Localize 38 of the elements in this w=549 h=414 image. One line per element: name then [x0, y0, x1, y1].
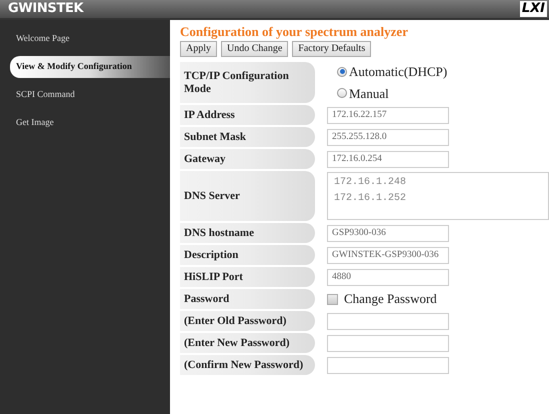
- lxi-logo: LXI: [520, 1, 547, 17]
- nav-item[interactable]: Welcome Page: [10, 28, 170, 50]
- field-label: (Enter Old Password): [180, 311, 315, 331]
- text-field[interactable]: 172.16.22.157: [327, 106, 449, 124]
- field-label: Subnet Mask: [180, 127, 315, 147]
- field-label: Password: [180, 289, 315, 309]
- field-label: HiSLIP Port: [180, 267, 315, 287]
- field-label: (Confirm New Password): [180, 355, 315, 375]
- nav-item[interactable]: Get Image: [10, 112, 170, 134]
- field-label: DNS Server: [180, 171, 315, 221]
- checkbox-label: Change Password: [344, 290, 437, 308]
- logo: GWINSTEK: [8, 0, 84, 18]
- text-field[interactable]: 172.16.0.254: [327, 150, 449, 168]
- nav-item[interactable]: View & Modify Configuration: [10, 56, 170, 78]
- radio-button[interactable]: [337, 66, 347, 77]
- toolbar-button[interactable]: Apply: [180, 41, 217, 57]
- toolbar-button[interactable]: Undo Change: [221, 41, 288, 57]
- field-label: TCP/IP Configuration Mode: [180, 62, 315, 103]
- radio-label: Automatic(DHCP): [349, 63, 448, 81]
- nav-item[interactable]: SCPI Command: [10, 84, 170, 106]
- radio-button[interactable]: [337, 88, 347, 98]
- radio-label: Manual: [349, 84, 389, 102]
- checkbox[interactable]: [327, 294, 338, 304]
- field-label: Description: [180, 245, 315, 265]
- text-field[interactable]: 255.255.128.0: [327, 128, 449, 146]
- field-label: IP Address: [180, 105, 315, 125]
- text-field[interactable]: 4880: [327, 268, 449, 286]
- field-label: DNS hostname: [180, 223, 315, 243]
- page-title: Configuration of your spectrum analyzer: [180, 24, 409, 39]
- text-field[interactable]: [327, 312, 449, 330]
- field-label: (Enter New Password): [180, 333, 315, 353]
- text-field[interactable]: GWINSTEK-GSP9300-036: [327, 246, 449, 264]
- text-area[interactable]: 172.16.1.248 172.16.1.252: [327, 172, 549, 220]
- field-label: Gateway: [180, 149, 315, 169]
- text-field[interactable]: GSP9300-036: [327, 224, 449, 242]
- text-field[interactable]: [327, 356, 449, 374]
- toolbar-button[interactable]: Factory Defaults: [292, 41, 372, 57]
- text-field[interactable]: [327, 334, 449, 352]
